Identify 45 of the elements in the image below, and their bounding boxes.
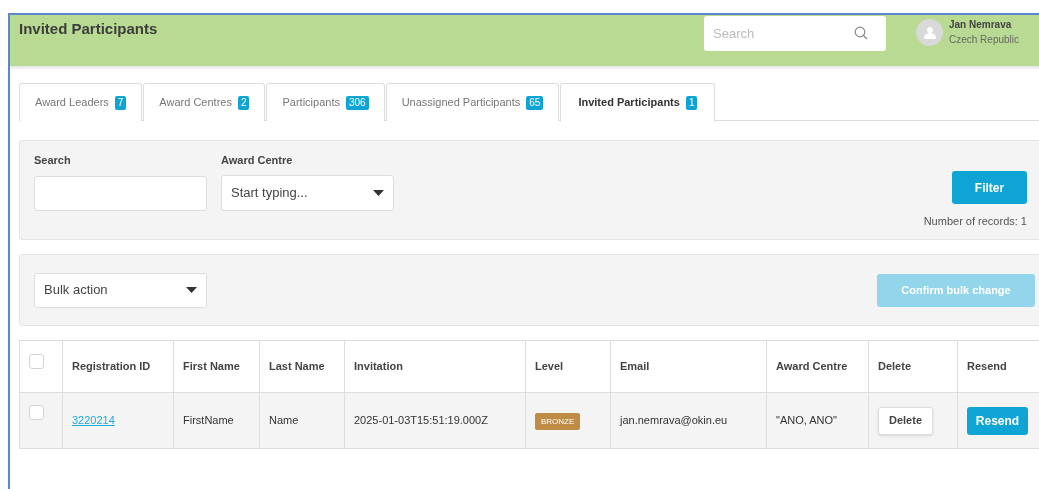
column-header: Delete <box>878 360 912 373</box>
field-label: Search <box>34 153 72 168</box>
column-header: Last Name <box>269 360 325 373</box>
table-cell: Name <box>269 414 299 427</box>
tab[interactable]: Unassigned Participants 65 <box>385 83 560 121</box>
column-header: First Name <box>183 360 240 373</box>
count-badge: 65 <box>526 95 544 110</box>
caret-icon <box>373 189 384 196</box>
user-name: Jan Nemrava <box>949 18 1013 32</box>
avatar-icon <box>916 19 943 46</box>
page-title: Invited Participants <box>19 19 159 39</box>
bulk-action-select[interactable]: Bulk action <box>34 272 207 308</box>
award-centre-select[interactable]: Start typing... <box>221 174 394 211</box>
column-header: Invitation <box>354 360 403 373</box>
count-badge: 2 <box>237 95 250 110</box>
table-cell: jan.nemrava@okin.eu <box>620 414 728 427</box>
checkbox[interactable] <box>29 405 44 420</box>
level-badge: BRONZE <box>535 413 581 431</box>
tab[interactable]: Participants 306 <box>266 83 385 121</box>
column-header: Award Centre <box>776 360 848 373</box>
search-input[interactable] <box>34 175 207 211</box>
caret-icon <box>186 287 197 293</box>
table-cell: 2025-01-03T15:51:19.000Z <box>354 414 488 427</box>
column-header: Email <box>620 360 650 373</box>
count-badge: 1 <box>685 95 698 110</box>
filter-button[interactable]: Filter <box>952 171 1027 204</box>
search-icon <box>854 26 868 40</box>
registration-id-link[interactable]: 3220214 <box>72 414 115 427</box>
user-country: Czech Republic <box>949 33 1020 47</box>
count-badge: 7 <box>114 95 127 110</box>
column-header: Level <box>535 360 564 373</box>
column-header: Registration ID <box>72 360 151 373</box>
count-badge: 306 <box>345 95 369 110</box>
record-count: Number of records: 1 <box>923 214 1027 229</box>
tab[interactable]: Invited Participants 1 <box>560 83 716 122</box>
tab[interactable]: Award Leaders 7 <box>19 83 143 121</box>
search-field[interactable]: Search <box>704 16 886 51</box>
tab[interactable]: Award Centres 2 <box>143 83 266 121</box>
delete-button[interactable]: Delete <box>878 406 933 435</box>
field-label: Award Centre <box>221 153 294 168</box>
resend-button[interactable]: Resend <box>967 406 1028 435</box>
table-cell: "ANO, ANO" <box>776 414 837 427</box>
checkbox[interactable] <box>29 354 44 369</box>
column-header: Resend <box>967 360 1007 373</box>
table-cell: FirstName <box>183 414 234 427</box>
